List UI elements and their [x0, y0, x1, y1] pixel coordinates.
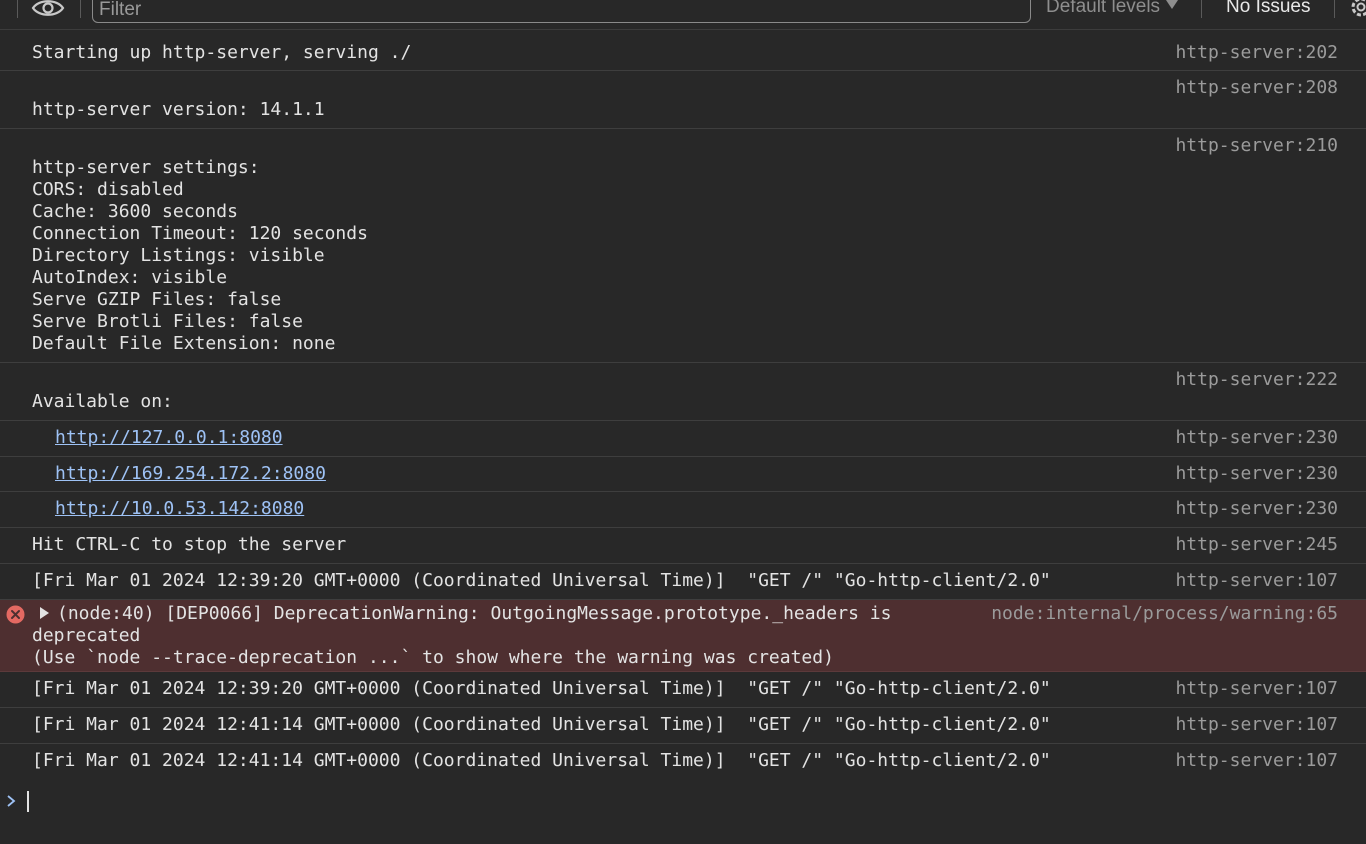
console-message: http-server version: 14.1.1 http-server:… [0, 71, 1366, 129]
console-messages: Starting up http-server, serving ./ http… [0, 30, 1366, 780]
eye-icon[interactable] [30, 0, 66, 20]
console-message: [Fri Mar 01 2024 12:41:14 GMT+0000 (Coor… [0, 744, 1366, 780]
gear-icon[interactable] [1348, 0, 1366, 20]
console-toolbar: Default levels No Issues [0, 0, 1366, 30]
message-text: [Fri Mar 01 2024 12:41:14 GMT+0000 (Coor… [32, 750, 1051, 771]
console-message: [Fri Mar 01 2024 12:41:14 GMT+0000 (Coor… [0, 708, 1366, 744]
message-source-link[interactable]: http-server:222 [1175, 369, 1338, 391]
message-line: Default File Extension: none [32, 333, 336, 354]
console-message: http://10.0.53.142:8080 http-server:230 [0, 492, 1366, 528]
server-url-link[interactable]: http://169.254.172.2:8080 [55, 463, 326, 484]
console-message: http://169.254.172.2:8080 http-server:23… [0, 457, 1366, 492]
message-source-link[interactable]: http-server:107 [1175, 714, 1338, 736]
message-line: Serve Brotli Files: false [32, 311, 303, 332]
message-text: Available on: [32, 391, 173, 412]
message-source-link[interactable]: http-server:107 [1175, 750, 1338, 772]
console-warning-message: (node:40) [DEP0066] DeprecationWarning: … [0, 600, 1366, 672]
console-message: [Fri Mar 01 2024 12:39:20 GMT+0000 (Coor… [0, 564, 1366, 600]
message-source-link[interactable]: http-server:107 [1175, 570, 1338, 592]
message-source-link[interactable]: http-server:230 [1175, 498, 1338, 520]
chevron-down-icon [1166, 0, 1179, 9]
issues-label: No Issues [1226, 0, 1311, 17]
chevron-right-icon [7, 795, 16, 807]
message-line: CORS: disabled [32, 179, 184, 200]
text-cursor [27, 791, 29, 812]
message-line: deprecated [32, 625, 141, 646]
error-icon [6, 605, 25, 624]
message-text: http-server version: 14.1.1 [32, 99, 325, 120]
message-line: Serve GZIP Files: false [32, 289, 282, 310]
message-source-link[interactable]: http-server:230 [1175, 463, 1338, 485]
message-text: [Fri Mar 01 2024 12:39:20 GMT+0000 (Coor… [32, 570, 1051, 591]
message-source-link[interactable]: http-server:208 [1175, 77, 1338, 99]
default-levels-dropdown[interactable]: Default levels [1046, 0, 1179, 18]
message-source-link[interactable]: http-server:107 [1175, 678, 1338, 700]
message-line: AutoIndex: visible [32, 267, 228, 288]
message-line: (node:40) [DEP0066] DeprecationWarning: … [57, 603, 892, 624]
default-levels-label: Default levels [1046, 0, 1161, 17]
server-url-link[interactable]: http://10.0.53.142:8080 [55, 498, 304, 519]
console-message: [Fri Mar 01 2024 12:39:20 GMT+0000 (Coor… [0, 672, 1366, 708]
console-message: http://127.0.0.1:8080 http-server:230 [0, 421, 1366, 457]
console-message: Available on: http-server:222 [0, 363, 1366, 421]
message-source-link[interactable]: http-server:230 [1175, 427, 1338, 449]
message-source-link[interactable]: http-server:245 [1175, 534, 1338, 556]
console-message: Starting up http-server, serving ./ http… [0, 30, 1366, 71]
message-text: [Fri Mar 01 2024 12:39:20 GMT+0000 (Coor… [32, 678, 1051, 699]
message-line: Cache: 3600 seconds [32, 201, 238, 222]
filter-input[interactable] [92, 0, 1031, 23]
console-message: Hit CTRL-C to stop the server http-serve… [0, 528, 1366, 564]
message-line: (Use `node --trace-deprecation ...` to s… [32, 647, 834, 668]
message-line: Directory Listings: visible [32, 245, 325, 266]
toolbar-divider [17, 0, 18, 18]
console-message: http-server settings: CORS: disabled Cac… [0, 129, 1366, 363]
message-source-link[interactable]: node:internal/process/warning:65 [991, 603, 1338, 625]
issues-button[interactable]: No Issues [1226, 0, 1310, 18]
expand-arrow-icon[interactable] [40, 607, 49, 619]
message-line: Connection Timeout: 120 seconds [32, 223, 368, 244]
message-source-link[interactable]: http-server:202 [1175, 42, 1338, 64]
message-text: Hit CTRL-C to stop the server [32, 534, 347, 555]
toolbar-divider [1334, 0, 1335, 18]
message-source-link[interactable]: http-server:210 [1175, 135, 1338, 157]
toolbar-divider [1201, 0, 1202, 18]
toolbar-divider [80, 0, 81, 18]
message-text: Starting up http-server, serving ./ [32, 42, 412, 63]
server-url-link[interactable]: http://127.0.0.1:8080 [55, 427, 283, 448]
message-text: [Fri Mar 01 2024 12:41:14 GMT+0000 (Coor… [32, 714, 1051, 735]
console-prompt-input[interactable] [0, 788, 1366, 818]
message-line: http-server settings: [32, 157, 260, 178]
